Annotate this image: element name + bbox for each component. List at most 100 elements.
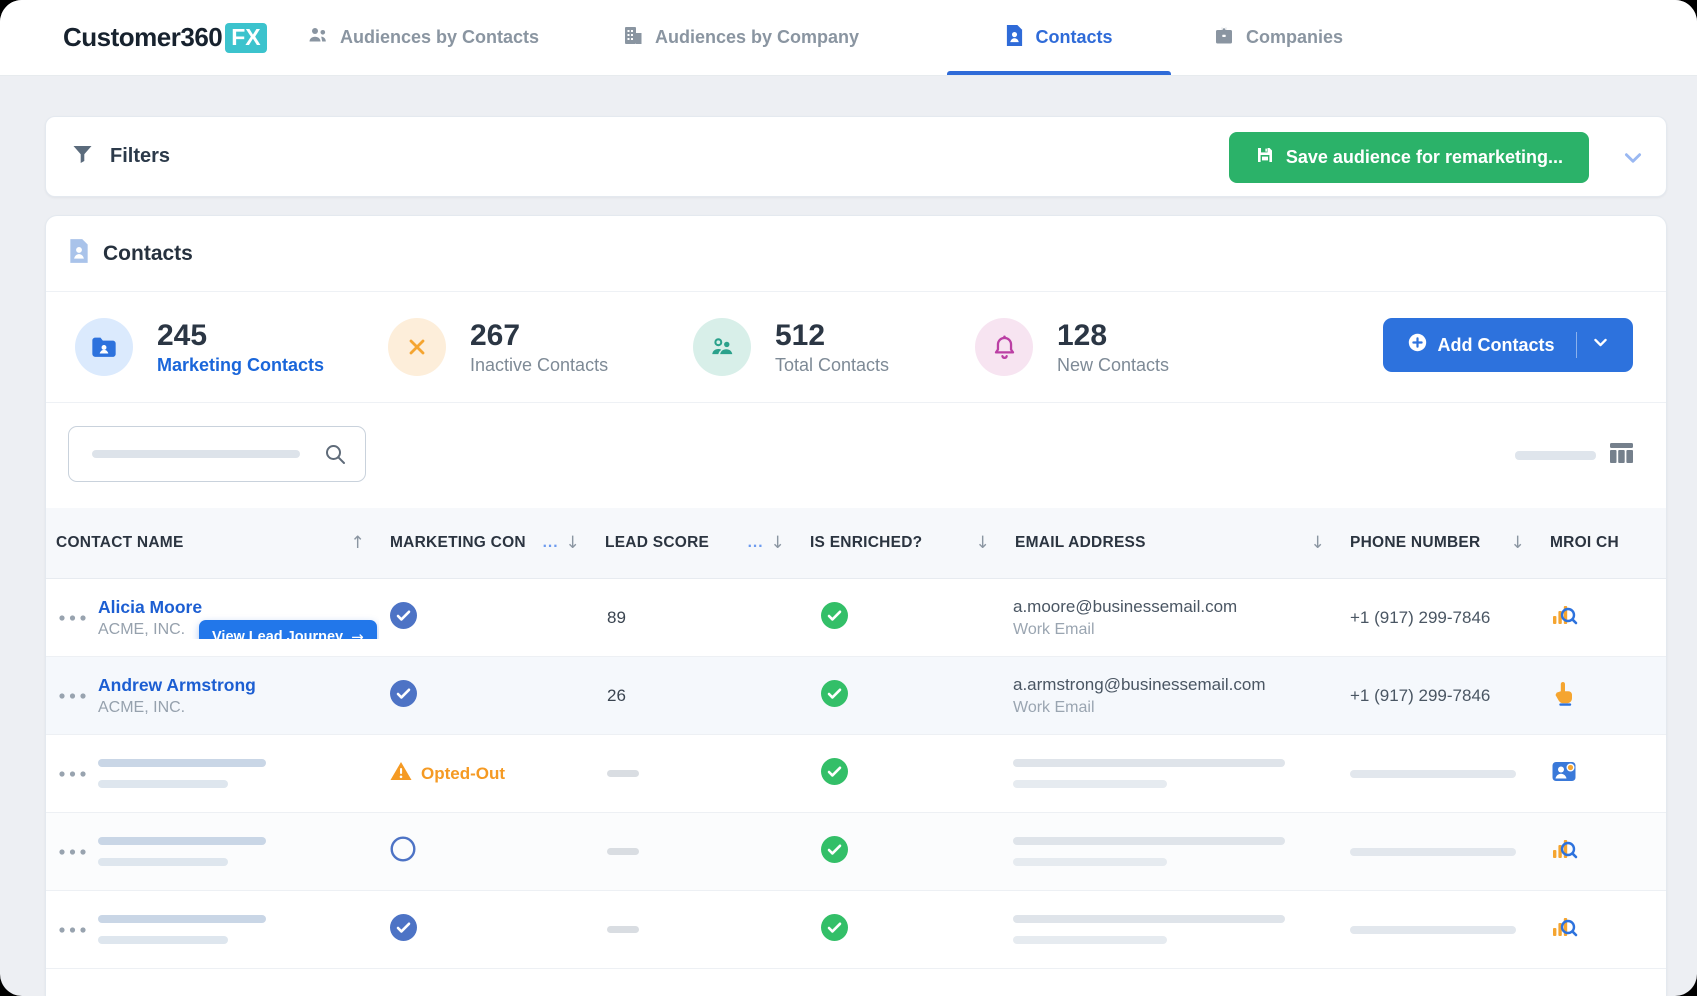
contact-name-skeleton xyxy=(98,915,266,944)
stat-label: Total Contacts xyxy=(775,355,889,376)
bell-icon xyxy=(975,318,1033,376)
table-row[interactable] xyxy=(46,891,1666,969)
tab-label: Contacts xyxy=(1035,27,1112,48)
contact-name-skeleton xyxy=(98,837,266,866)
brand-name: Customer360 xyxy=(63,22,222,53)
column-label: PHONE NUMBER xyxy=(1350,534,1480,552)
column-email-address[interactable]: EMAIL ADDRESS ↓ xyxy=(1004,533,1339,553)
stat-marketing-contacts: 245 Marketing Contacts xyxy=(75,318,324,376)
contact-company: ACME, INC. xyxy=(98,621,202,639)
column-label: CONTACT NAME xyxy=(56,534,184,552)
column-contact-name[interactable]: CONTACT NAME ↑ xyxy=(46,533,379,553)
column-label: IS ENRICHED? xyxy=(810,534,922,552)
phone-skeleton xyxy=(1350,848,1516,856)
search-icon xyxy=(323,442,347,466)
contacts-stats-row: 245 Marketing Contacts 267 Inactive Cont… xyxy=(46,292,1666,403)
stat-new-contacts: 128 New Contacts xyxy=(975,318,1169,376)
consent-granted-check-icon xyxy=(390,914,417,946)
sort-descending-icon[interactable]: ↓ xyxy=(566,533,581,553)
column-label: MARKETING CON xyxy=(390,534,526,552)
row-actions-kebab-icon[interactable] xyxy=(46,693,98,699)
tab-audiences-by-contacts[interactable]: Audiences by Contacts xyxy=(307,0,539,75)
email-type: Work Email xyxy=(1013,621,1237,639)
toolbar-right-group xyxy=(1515,403,1634,508)
top-navigation-bar: Customer360 FX Audiences by Contacts Aud… xyxy=(0,0,1697,76)
lead-score-value: 26 xyxy=(607,686,626,706)
enriched-check-icon xyxy=(821,758,848,790)
contacts-panel-title: Contacts xyxy=(103,242,193,266)
table-columns-icon[interactable] xyxy=(1609,442,1634,469)
table-row[interactable]: Opted-Out xyxy=(46,735,1666,813)
contact-name-skeleton xyxy=(98,759,266,788)
truncation-ellipsis: ... xyxy=(748,534,764,552)
tab-audiences-by-company[interactable]: Audiences by Company xyxy=(622,0,859,75)
sort-descending-icon[interactable]: ↓ xyxy=(771,533,786,553)
table-row-partial xyxy=(46,969,1666,996)
row-actions-kebab-icon[interactable] xyxy=(46,927,98,933)
email-skeleton xyxy=(1013,915,1285,944)
table-row[interactable] xyxy=(46,813,1666,891)
phone-number: +1 (917) 299-7846 xyxy=(1350,608,1490,628)
truncation-ellipsis: ... xyxy=(543,534,559,552)
consent-empty-ring-icon xyxy=(390,836,416,867)
save-audience-button[interactable]: Save audience for remarketing... xyxy=(1229,132,1589,183)
chart-search-icon[interactable] xyxy=(1551,602,1578,633)
sort-ascending-icon[interactable]: ↑ xyxy=(351,533,366,553)
consent-granted-check-icon xyxy=(390,680,417,712)
filters-collapse-chevron-icon[interactable] xyxy=(1622,147,1644,174)
plus-circle-icon xyxy=(1408,333,1427,357)
table-row[interactable]: Alicia Moore ACME, INC. View Lead Journe… xyxy=(46,579,1666,657)
row-actions-kebab-icon[interactable] xyxy=(46,615,98,621)
enriched-check-icon xyxy=(821,680,848,712)
search-placeholder-skeleton xyxy=(92,450,300,458)
column-lead-score[interactable]: LEAD SCORE ... ↓ xyxy=(594,533,799,553)
lead-score-skeleton xyxy=(607,926,639,933)
stat-inactive-contacts: 267 Inactive Contacts xyxy=(388,318,608,376)
phone-skeleton xyxy=(1350,926,1516,934)
search-input[interactable] xyxy=(68,426,366,482)
contact-card-icon xyxy=(68,238,90,269)
lead-score-skeleton xyxy=(607,770,639,777)
column-mroi-channel[interactable]: MROI CH xyxy=(1539,534,1666,552)
column-label: LEAD SCORE xyxy=(605,534,709,552)
row-actions-kebab-icon[interactable] xyxy=(46,771,98,777)
people-icon xyxy=(693,318,751,376)
row-actions-kebab-icon[interactable] xyxy=(46,849,98,855)
stat-value: 512 xyxy=(775,319,889,352)
table-row[interactable]: Andrew Armstrong ACME, INC. 26 a.armstro… xyxy=(46,657,1666,735)
add-contacts-label: Add Contacts xyxy=(1438,335,1555,356)
brand-logo: Customer360 FX xyxy=(63,0,267,75)
chart-search-icon[interactable] xyxy=(1551,836,1578,867)
sort-descending-icon[interactable]: ↓ xyxy=(1511,533,1526,553)
column-phone-number[interactable]: PHONE NUMBER ↓ xyxy=(1339,533,1539,553)
chart-search-icon[interactable] xyxy=(1551,914,1578,945)
phone-number: +1 (917) 299-7846 xyxy=(1350,686,1490,706)
filter-funnel-icon xyxy=(70,142,95,171)
enriched-check-icon xyxy=(821,914,848,946)
stat-label: Inactive Contacts xyxy=(470,355,608,376)
stat-label: Marketing Contacts xyxy=(157,355,324,376)
active-tab-underline xyxy=(947,71,1171,75)
email-type: Work Email xyxy=(1013,699,1266,717)
stat-label: New Contacts xyxy=(1057,355,1169,376)
chevron-down-icon[interactable] xyxy=(1592,334,1609,356)
consent-status-label: Opted-Out xyxy=(421,764,505,784)
column-is-enriched[interactable]: IS ENRICHED? ↓ xyxy=(799,533,1004,553)
add-contacts-button[interactable]: Add Contacts xyxy=(1383,318,1633,372)
sort-descending-icon[interactable]: ↓ xyxy=(976,533,991,553)
profile-image-icon[interactable] xyxy=(1551,759,1577,788)
contacts-panel-header: Contacts xyxy=(46,216,1666,292)
tab-contacts[interactable]: Contacts xyxy=(947,0,1171,75)
view-lead-journey-label: View Lead Journey xyxy=(212,629,343,639)
view-lead-journey-button[interactable]: View Lead Journey → xyxy=(199,620,377,639)
toolbar-label-skeleton xyxy=(1515,451,1596,460)
building-icon xyxy=(622,24,644,51)
arrow-right-icon: → xyxy=(351,628,364,639)
contact-name-link[interactable]: Andrew Armstrong xyxy=(98,675,256,696)
contact-name-link[interactable]: Alicia Moore xyxy=(98,597,202,618)
save-icon xyxy=(1255,145,1275,170)
sort-descending-icon[interactable]: ↓ xyxy=(1311,533,1326,553)
tab-companies[interactable]: Companies xyxy=(1213,0,1343,75)
column-marketing-consent[interactable]: MARKETING CON ... ↓ xyxy=(379,533,594,553)
click-hand-icon[interactable] xyxy=(1551,680,1576,711)
